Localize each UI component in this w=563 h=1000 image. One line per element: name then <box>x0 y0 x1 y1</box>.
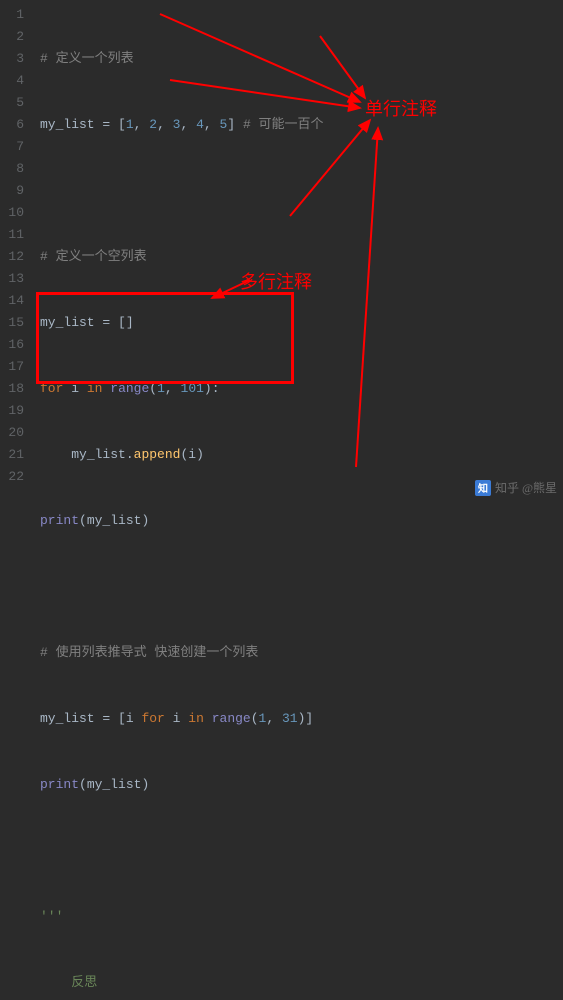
variable: my_list <box>71 447 126 462</box>
line-number: 11 <box>0 224 24 246</box>
comma: , <box>180 117 196 132</box>
op: = <box>95 117 118 132</box>
line-number: 22 <box>0 466 24 488</box>
docstring: ''' <box>40 909 63 924</box>
bracket: ] <box>305 711 313 726</box>
keyword: for <box>40 381 63 396</box>
bracket: [ <box>118 315 126 330</box>
line-number: 4 <box>0 70 24 92</box>
bracket: ] <box>126 315 134 330</box>
num: 101 <box>181 381 204 396</box>
line-number: 6 <box>0 114 24 136</box>
num: 4 <box>196 117 204 132</box>
variable: my_list <box>40 315 95 330</box>
line-number: 7 <box>0 136 24 158</box>
docstring: 反思 <box>71 975 97 990</box>
variable: i <box>173 711 181 726</box>
keyword: in <box>188 711 204 726</box>
colon: : <box>212 381 220 396</box>
line-number: 19 <box>0 400 24 422</box>
variable: my_list <box>87 777 142 792</box>
comment: # 使用列表推导式 快速创建一个列表 <box>40 645 258 660</box>
line-number: 13 <box>0 268 24 290</box>
method: append <box>134 447 181 462</box>
watermark-text: 知乎 @熊星 <box>495 479 557 496</box>
comment: # 可能一百个 <box>235 117 323 132</box>
comment: # 定义一个空列表 <box>40 249 147 264</box>
line-number: 3 <box>0 48 24 70</box>
builtin: print <box>40 513 79 528</box>
variable: i <box>188 447 196 462</box>
code-area: # 定义一个列表 my_list = [1, 2, 3, 4, 5] # 可能一… <box>32 0 563 500</box>
line-number: 15 <box>0 312 24 334</box>
builtin: range <box>110 381 149 396</box>
line-number: 8 <box>0 158 24 180</box>
code-editor: 12345678910111213141516171819202122 # 定义… <box>0 0 563 500</box>
paren: ) <box>204 381 212 396</box>
builtin: range <box>212 711 251 726</box>
bracket: ] <box>227 117 235 132</box>
line-number: 20 <box>0 422 24 444</box>
line-number-gutter: 12345678910111213141516171819202122 <box>0 0 32 500</box>
watermark: 知 知乎 @熊星 <box>475 479 557 496</box>
line-number: 17 <box>0 356 24 378</box>
paren: ( <box>251 711 259 726</box>
bracket: [ <box>118 711 126 726</box>
keyword: for <box>141 711 164 726</box>
num: 1 <box>259 711 267 726</box>
docstring <box>40 975 71 990</box>
zhihu-icon: 知 <box>475 480 491 496</box>
line-number: 9 <box>0 180 24 202</box>
paren: ) <box>298 711 306 726</box>
num: 31 <box>282 711 298 726</box>
variable: i <box>71 381 79 396</box>
variable: my_list <box>40 711 95 726</box>
keyword: in <box>87 381 103 396</box>
op: = <box>95 711 118 726</box>
line-number: 16 <box>0 334 24 356</box>
comment: # 定义一个列表 <box>40 51 134 66</box>
comma: , <box>165 381 181 396</box>
line-number: 21 <box>0 444 24 466</box>
builtin: print <box>40 777 79 792</box>
variable: my_list <box>40 117 95 132</box>
line-number: 14 <box>0 290 24 312</box>
paren: ) <box>141 777 149 792</box>
comma: , <box>204 117 220 132</box>
line-number: 1 <box>0 4 24 26</box>
line-number: 10 <box>0 202 24 224</box>
paren: ( <box>79 777 87 792</box>
paren: ( <box>149 381 157 396</box>
bracket: [ <box>118 117 126 132</box>
line-number: 5 <box>0 92 24 114</box>
dot: . <box>126 447 134 462</box>
op: = <box>95 315 118 330</box>
num: 1 <box>157 381 165 396</box>
variable: i <box>126 711 134 726</box>
comma: , <box>134 117 150 132</box>
line-number: 12 <box>0 246 24 268</box>
paren: ( <box>79 513 87 528</box>
variable: my_list <box>87 513 142 528</box>
paren: ) <box>141 513 149 528</box>
num: 2 <box>149 117 157 132</box>
line-number: 18 <box>0 378 24 400</box>
num: 1 <box>126 117 134 132</box>
line-number: 2 <box>0 26 24 48</box>
comma: , <box>157 117 173 132</box>
comma: , <box>266 711 282 726</box>
paren: ) <box>196 447 204 462</box>
